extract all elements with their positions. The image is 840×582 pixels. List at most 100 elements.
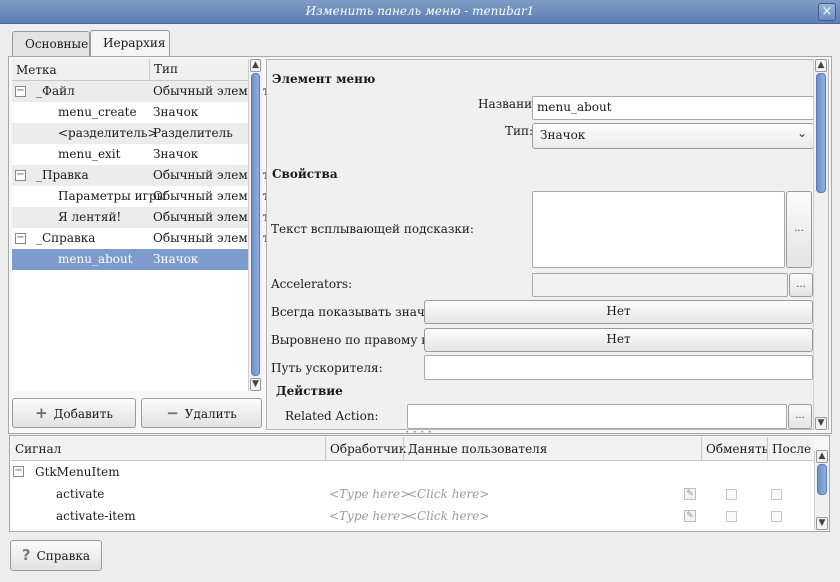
tree-row-type: Значок xyxy=(153,105,199,119)
column-header-type[interactable]: Тип xyxy=(149,59,178,81)
scroll-down-icon[interactable]: ▼ xyxy=(816,517,828,530)
tab-hierarchy-label: Иерархия xyxy=(103,36,166,50)
signal-row[interactable]: activate-item <Type here> <Click here> ✎ xyxy=(11,505,814,527)
column-header-handler[interactable]: Обработчик xyxy=(325,437,406,461)
scrollbar-thumb[interactable] xyxy=(817,464,827,495)
scroll-up-icon[interactable]: ▲ xyxy=(250,59,261,72)
remove-button-label: Удалить xyxy=(184,407,237,421)
type-combo[interactable]: Значок ⌄ xyxy=(532,123,814,149)
name-field[interactable]: menu_about xyxy=(532,96,814,120)
accelerators-field[interactable] xyxy=(532,273,788,297)
signals-scrollbar[interactable]: ▲ ▼ xyxy=(814,450,829,530)
tree-row-label: <разделитель> xyxy=(58,126,158,140)
scrollbar-thumb[interactable] xyxy=(816,73,826,193)
collapse-icon[interactable]: − xyxy=(15,170,26,181)
tab-general[interactable]: Основные xyxy=(12,31,90,56)
collapse-icon[interactable]: − xyxy=(13,466,24,477)
related-action-edit-button[interactable]: ... xyxy=(788,404,812,429)
column-header-after[interactable]: После xyxy=(767,437,814,461)
scrollbar-thumb[interactable] xyxy=(251,73,260,376)
accelerators-label: Accelerators: xyxy=(271,277,353,291)
handler-cell[interactable]: <Type here> xyxy=(329,487,410,501)
tree-row-label: menu_exit xyxy=(58,147,121,161)
tree-row[interactable]: Я лентяй! Обычный элемент xyxy=(12,207,269,228)
scroll-down-icon[interactable]: ▼ xyxy=(250,378,261,391)
properties-scrollbar[interactable]: ▲ ▼ xyxy=(813,59,828,430)
tree-scrollbar[interactable]: ▲ ▼ xyxy=(248,59,262,391)
user-data-cell[interactable]: <Click here> xyxy=(407,509,489,523)
signals-table[interactable]: − GtkMenuItem activate <Type here> <Clic… xyxy=(11,461,814,530)
properties-panel: Элемент меню Название: menu_about Тип: З… xyxy=(266,59,829,430)
section-menu-item: Элемент меню xyxy=(272,72,376,86)
column-header-label[interactable]: Метка xyxy=(16,63,57,77)
swap-checkbox[interactable] xyxy=(726,489,737,500)
signal-group-label: GtkMenuItem xyxy=(35,465,120,479)
accel-path-label: Путь ускорителя: xyxy=(271,361,383,375)
scroll-down-icon[interactable]: ▼ xyxy=(815,417,827,430)
accel-path-field[interactable] xyxy=(424,355,813,380)
tree-row-type: Значок xyxy=(153,147,199,161)
handler-cell[interactable]: <Type here> xyxy=(329,509,410,523)
type-label: Тип: xyxy=(505,124,534,138)
after-checkbox[interactable] xyxy=(771,511,782,522)
tree-row-label: menu_create xyxy=(58,105,137,119)
signal-group-row[interactable]: − GtkMenuItem xyxy=(11,461,814,483)
always-show-icon-toggle[interactable]: Нет xyxy=(424,300,813,324)
signal-row[interactable]: activate <Type here> <Click here> ✎ xyxy=(11,483,814,505)
tree-header: Метка Тип xyxy=(12,59,248,81)
column-header-swap[interactable]: Обменять xyxy=(701,437,768,461)
help-icon: ? xyxy=(21,546,31,564)
user-data-cell[interactable]: <Click here> xyxy=(407,487,489,501)
after-checkbox[interactable] xyxy=(771,489,782,500)
swap-checkbox[interactable] xyxy=(726,511,737,522)
help-button[interactable]: ? Справка xyxy=(10,540,102,571)
right-justified-toggle[interactable]: Нет xyxy=(424,328,813,352)
plus-icon: + xyxy=(35,404,48,422)
tree-row-label: _Файл xyxy=(36,84,75,98)
tree-row[interactable]: − _Файл Обычный элемент xyxy=(12,81,269,102)
tree-row-label: _Справка xyxy=(36,231,96,245)
tree-row[interactable]: menu_exit Значок xyxy=(12,144,248,165)
tree-row[interactable]: menu_create Значок xyxy=(12,102,248,123)
tree-row[interactable]: <разделитель> Разделитель xyxy=(12,123,248,144)
section-properties: Свойства xyxy=(272,167,338,181)
menu-hierarchy-tree[interactable]: − _Файл Обычный элемент menu_create Знач… xyxy=(12,81,269,391)
tooltip-edit-button[interactable]: ... xyxy=(786,191,812,268)
tree-row-type: Значок xyxy=(153,252,199,266)
help-button-label: Справка xyxy=(36,549,91,563)
type-combo-value: Значок xyxy=(540,128,586,142)
tree-row[interactable]: − _Правка Обычный элемент xyxy=(12,165,269,186)
tree-row-label: Параметры игры xyxy=(58,189,167,203)
signals-header: Сигнал Обработчик Данные пользователя Об… xyxy=(11,437,814,461)
accelerators-edit-button[interactable]: ... xyxy=(789,273,813,297)
collapse-icon[interactable]: − xyxy=(15,233,26,244)
collapse-icon[interactable]: − xyxy=(15,86,26,97)
column-header-user-data[interactable]: Данные пользователя xyxy=(403,437,701,461)
tree-row[interactable]: Параметры игры Обычный элемент xyxy=(12,186,269,207)
tree-row-selected[interactable]: menu_about Значок xyxy=(12,249,248,270)
tooltip-label: Текст всплывающей подсказки: xyxy=(271,222,474,236)
edit-icon[interactable]: ✎ xyxy=(684,488,696,500)
related-action-field[interactable] xyxy=(407,404,787,429)
tab-general-label: Основные xyxy=(25,37,89,51)
tab-hierarchy[interactable]: Иерархия xyxy=(90,30,170,57)
remove-button[interactable]: − Удалить xyxy=(141,398,262,428)
chevron-down-icon: ⌄ xyxy=(796,126,807,140)
signal-name: activate-item xyxy=(56,509,136,523)
scroll-up-icon[interactable]: ▲ xyxy=(816,450,828,463)
window-title: Изменить панель меню - menubar1 xyxy=(305,4,535,18)
tree-row-label: menu_about xyxy=(58,252,133,266)
edit-icon[interactable]: ✎ xyxy=(684,510,696,522)
tree-row[interactable]: − _Справка Обычный элемент xyxy=(12,228,269,249)
always-show-icon-label: Всегда показывать значок: xyxy=(271,305,444,319)
add-button-label: Добавить xyxy=(53,407,113,421)
signal-name: activate xyxy=(56,487,105,501)
title-bar: Изменить панель меню - menubar1 × xyxy=(0,0,840,24)
scroll-up-icon[interactable]: ▲ xyxy=(815,59,827,72)
tree-row-type: Разделитель xyxy=(153,126,233,140)
add-button[interactable]: + Добавить xyxy=(12,398,136,428)
close-icon[interactable]: × xyxy=(818,3,836,21)
minus-icon: − xyxy=(166,404,179,422)
column-header-signal[interactable]: Сигнал xyxy=(11,437,326,461)
tooltip-textarea[interactable] xyxy=(532,191,785,268)
